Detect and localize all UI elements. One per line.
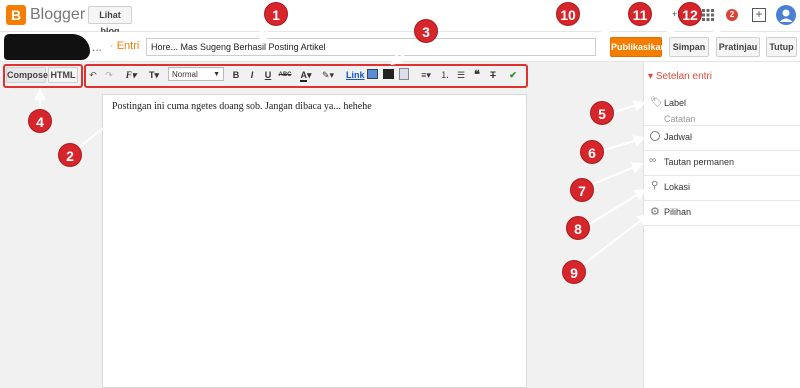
annotation-marker: 8 (566, 216, 590, 240)
annotation-marker: 5 (590, 101, 614, 125)
annotation-arrows (34, 17, 724, 268)
annotation-marker: 12 (678, 2, 702, 26)
annotation-marker: 2 (58, 143, 82, 167)
annotation-marker: 10 (556, 2, 580, 26)
annotation-marker: 3 (414, 19, 438, 43)
annotation-marker: 1 (264, 2, 288, 26)
annotation-marker: 4 (28, 109, 52, 133)
annotation-marker: 6 (580, 140, 604, 164)
annotation-marker: 9 (562, 260, 586, 284)
annotation-marker: 11 (628, 2, 652, 26)
annotation-marker: 7 (570, 178, 594, 202)
